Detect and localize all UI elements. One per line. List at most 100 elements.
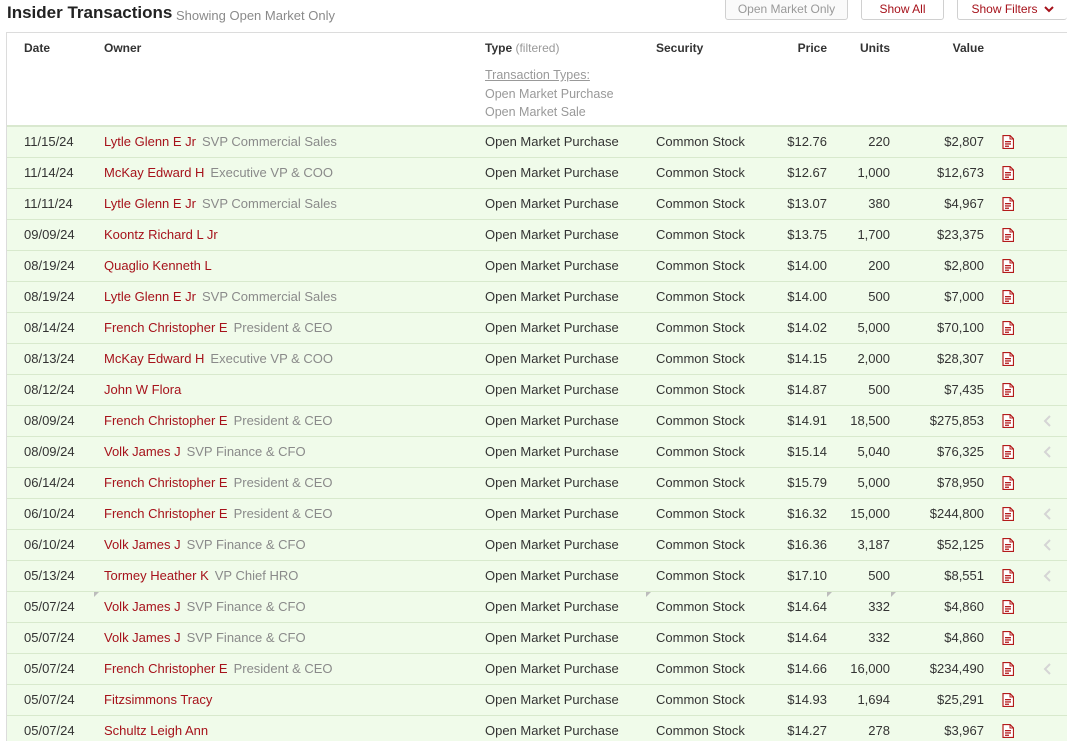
table-row[interactable]: 05/07/24 Fitzsimmons Tracy Open Market Pur… (7, 685, 1067, 716)
owner-title: SVP Finance & CFO (186, 630, 306, 645)
document-icon[interactable] (1002, 537, 1015, 553)
table-row[interactable]: 08/13/24 McKay Edward H Executive VP & COO… (7, 344, 1067, 375)
owner-link[interactable]: Volk James J (104, 537, 181, 552)
chevron-left-icon[interactable] (1043, 415, 1053, 427)
table-row[interactable]: 08/19/24 Quaglio Kenneth L Open Market Pur… (7, 251, 1067, 282)
owner-link[interactable]: French Christopher E (104, 506, 228, 521)
document-icon[interactable] (1002, 134, 1015, 150)
document-icon[interactable] (1002, 661, 1015, 677)
document-icon[interactable] (1002, 351, 1015, 367)
document-icon[interactable] (1002, 506, 1015, 522)
document-icon[interactable] (1002, 630, 1015, 646)
document-icon[interactable] (1002, 599, 1015, 615)
table-row[interactable]: 08/14/24 French Christopher E President & … (7, 313, 1067, 344)
show-filters-button[interactable]: Show Filters (957, 0, 1067, 20)
document-icon[interactable] (1002, 382, 1015, 398)
document-icon[interactable] (1002, 196, 1015, 212)
table-row[interactable]: 11/11/24 Lytle Glenn E Jr SVP Commercial S… (7, 189, 1067, 220)
table-row[interactable]: 05/07/24 Volk James J SVP Finance & CFO Ope… (7, 592, 1067, 623)
owner-link[interactable]: Koontz Richard L Jr (104, 227, 218, 242)
chevron-left-icon[interactable] (1043, 539, 1053, 551)
cell-date: 08/13/24 (24, 351, 75, 366)
owner-link[interactable]: Volk James J (104, 630, 181, 645)
cell-security: Common Stock (656, 723, 745, 738)
table-row[interactable]: 06/10/24 French Christopher E President & … (7, 499, 1067, 530)
table-row[interactable]: 08/19/24 Lytle Glenn E Jr SVP Commercial S… (7, 282, 1067, 313)
cell-units: 1,700 (857, 227, 890, 242)
document-icon[interactable] (1002, 444, 1015, 460)
table-header: Date Owner Type (filtered) Security Pric… (7, 33, 1067, 127)
table-row[interactable]: 11/14/24 McKay Edward H Executive VP & COO… (7, 158, 1067, 189)
transaction-types-label[interactable]: Transaction Types: (485, 66, 614, 85)
cell-units: 332 (868, 599, 890, 614)
document-icon[interactable] (1002, 475, 1015, 491)
owner-link[interactable]: Lytle Glenn E Jr (104, 196, 196, 211)
table-row[interactable]: 05/07/24 Schultz Leigh Ann Open Market Pur… (7, 716, 1067, 741)
chevron-left-icon[interactable] (1043, 663, 1053, 675)
owner-link[interactable]: Fitzsimmons Tracy (104, 692, 212, 707)
column-header-units[interactable]: Units (830, 41, 890, 55)
owner-link[interactable]: McKay Edward H (104, 165, 204, 180)
open-market-only-button[interactable]: Open Market Only (725, 0, 848, 20)
chevron-down-icon (1043, 5, 1054, 13)
table-row[interactable]: 08/09/24 French Christopher E President & … (7, 406, 1067, 437)
table-row[interactable]: 05/13/24 Tormey Heather K VP Chief HRO Open… (7, 561, 1067, 592)
cell-value: $2,807 (944, 134, 984, 149)
document-icon[interactable] (1002, 165, 1015, 181)
cell-type: Open Market Purchase (485, 537, 619, 552)
document-icon[interactable] (1002, 258, 1015, 274)
document-icon[interactable] (1002, 692, 1015, 708)
document-icon[interactable] (1002, 320, 1015, 336)
table-row[interactable]: 08/09/24 Volk James J SVP Finance & CFO Ope… (7, 437, 1067, 468)
document-icon[interactable] (1002, 289, 1015, 305)
owner-link[interactable]: Lytle Glenn E Jr (104, 134, 196, 149)
table-row[interactable]: 08/12/24 John W Flora Open Market Purchase… (7, 375, 1067, 406)
owner-link[interactable]: Quaglio Kenneth L (104, 258, 212, 273)
document-icon[interactable] (1002, 568, 1015, 584)
owner-link[interactable]: French Christopher E (104, 413, 228, 428)
cell-owner: Lytle Glenn E Jr SVP Commercial Sales (104, 282, 337, 312)
owner-title: President & CEO (233, 413, 333, 428)
cell-value: $52,125 (937, 537, 984, 552)
owner-link[interactable]: McKay Edward H (104, 351, 204, 366)
chevron-left-icon[interactable] (1043, 446, 1053, 458)
table-row[interactable]: 06/14/24 French Christopher E President & … (7, 468, 1067, 499)
owner-link[interactable]: Lytle Glenn E Jr (104, 289, 196, 304)
show-all-button[interactable]: Show All (861, 0, 944, 20)
column-header-type[interactable]: Type (filtered) (485, 41, 559, 55)
column-header-date[interactable]: Date (24, 41, 50, 55)
column-header-value[interactable]: Value (907, 41, 984, 55)
document-icon[interactable] (1002, 413, 1015, 429)
owner-link[interactable]: French Christopher E (104, 475, 228, 490)
cell-owner: French Christopher E President & CEO (104, 499, 333, 529)
owner-link[interactable]: Volk James J (104, 599, 181, 614)
cell-date: 05/07/24 (24, 661, 75, 676)
owner-link[interactable]: Tormey Heather K (104, 568, 209, 583)
chevron-left-icon[interactable] (1043, 570, 1053, 582)
cell-price: $16.36 (787, 537, 827, 552)
document-icon[interactable] (1002, 227, 1015, 243)
cell-price: $16.32 (787, 506, 827, 521)
column-header-type-label: Type (485, 41, 513, 55)
owner-link[interactable]: Schultz Leigh Ann (104, 723, 208, 738)
owner-link[interactable]: John W Flora (104, 382, 181, 397)
page-header: Insider Transactions Showing Open Market… (0, 0, 1067, 32)
cell-security: Common Stock (656, 444, 745, 459)
table-row[interactable]: 05/07/24 French Christopher E President & … (7, 654, 1067, 685)
table-row[interactable]: 06/10/24 Volk James J SVP Finance & CFO Ope… (7, 530, 1067, 561)
column-header-security[interactable]: Security (656, 41, 703, 55)
table-row[interactable]: 09/09/24 Koontz Richard L Jr Open Market P… (7, 220, 1067, 251)
cell-owner: Lytle Glenn E Jr SVP Commercial Sales (104, 127, 337, 157)
chevron-left-icon[interactable] (1043, 508, 1053, 520)
cell-price: $14.02 (787, 320, 827, 335)
owner-link[interactable]: French Christopher E (104, 320, 228, 335)
cell-date: 11/11/24 (24, 196, 73, 211)
table-row[interactable]: 05/07/24 Volk James J SVP Finance & CFO Ope… (7, 623, 1067, 654)
column-header-price[interactable]: Price (767, 41, 827, 55)
column-header-owner[interactable]: Owner (104, 41, 141, 55)
owner-link[interactable]: Volk James J (104, 444, 181, 459)
cell-value: $244,800 (929, 506, 984, 521)
table-row[interactable]: 11/15/24 Lytle Glenn E Jr SVP Commercial S… (7, 127, 1067, 158)
document-icon[interactable] (1002, 723, 1015, 739)
owner-link[interactable]: French Christopher E (104, 661, 228, 676)
